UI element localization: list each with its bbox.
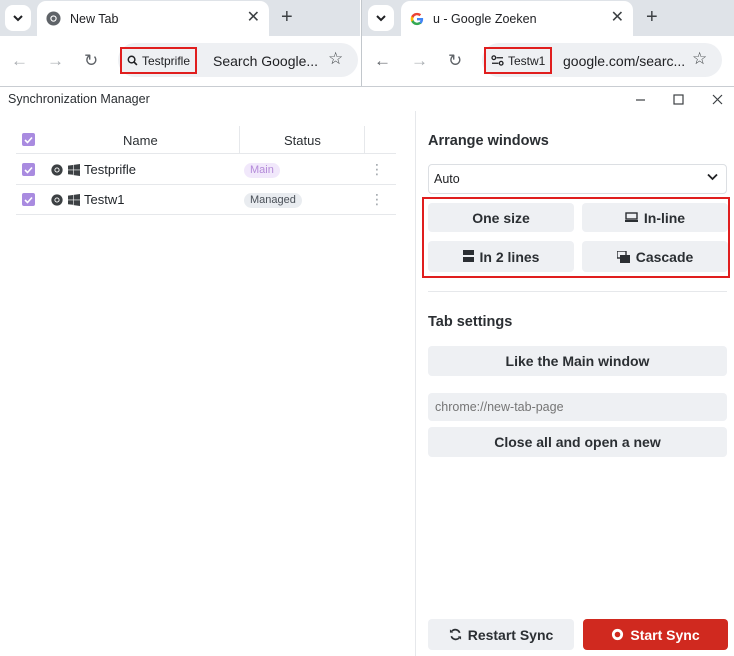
- new-tab-button[interactable]: +: [281, 7, 293, 27]
- one-size-label: One size: [472, 209, 530, 226]
- column-separator: [239, 126, 240, 154]
- more-vert-icon[interactable]: ⋮: [370, 192, 384, 206]
- one-size-button[interactable]: One size: [428, 203, 574, 232]
- status-badge: Managed: [244, 193, 302, 208]
- tab-search-dropdown[interactable]: [5, 5, 31, 31]
- cascade-layout-icon: [616, 250, 630, 263]
- two-lines-layout-icon: [462, 250, 474, 263]
- new-tab-button[interactable]: +: [646, 7, 658, 27]
- omnibox-text: Search Google...: [213, 53, 319, 69]
- start-sync-button[interactable]: Start Sync: [583, 619, 728, 650]
- tab-new-tab[interactable]: New Tab ✕: [37, 1, 269, 36]
- tab-close-icon[interactable]: ✕: [611, 10, 624, 26]
- checkmark-icon: [24, 136, 33, 144]
- restart-sync-button[interactable]: Restart Sync: [428, 619, 574, 650]
- section-divider: [428, 291, 727, 292]
- new-tab-url-input[interactable]: [428, 393, 727, 421]
- sync-icon: [449, 628, 462, 641]
- windows-icon: [68, 194, 80, 206]
- profile-chip-testprifle[interactable]: Testprifle: [120, 47, 198, 74]
- profile-name: Testw1: [84, 192, 125, 207]
- browser-toolbar: ← → ↻ Testprifle Search Google... ☆: [0, 36, 360, 86]
- tab-title: u - Google Zoeken: [433, 11, 537, 26]
- like-main-window-button[interactable]: Like the Main window: [428, 346, 727, 376]
- close-all-open-new-button[interactable]: Close all and open a new: [428, 427, 727, 457]
- maximize-button[interactable]: [668, 90, 688, 108]
- windows-icon: [68, 164, 80, 176]
- chevron-down-icon: [707, 173, 718, 181]
- bookmark-star-icon[interactable]: ☆: [328, 50, 343, 67]
- minimize-icon: [635, 98, 645, 101]
- tab-google-zoeken[interactable]: u - Google Zoeken ✕: [401, 1, 633, 36]
- window-title: Synchronization Manager: [8, 92, 150, 106]
- forward-icon[interactable]: →: [47, 52, 64, 69]
- close-all-open-new-label: Close all and open a new: [494, 434, 661, 450]
- tab-settings-heading: Tab settings: [428, 314, 513, 330]
- column-separator: [364, 126, 365, 154]
- arrange-windows-heading: Arrange windows: [428, 133, 549, 149]
- cascade-label: Cascade: [635, 248, 694, 265]
- profile-name: Testprifle: [84, 162, 137, 177]
- column-header-name[interactable]: Name: [123, 133, 158, 148]
- checkmark-icon: [24, 166, 33, 174]
- sync-manager-window: Synchronization Manager Name Status Test…: [0, 86, 734, 656]
- row-checkbox[interactable]: [22, 193, 35, 206]
- settings-pane: Arrange windows Auto One size In-line In…: [417, 111, 734, 656]
- row-checkbox[interactable]: [22, 163, 35, 176]
- column-header-status[interactable]: Status: [284, 133, 321, 148]
- chevron-down-icon: [13, 14, 23, 21]
- inline-label: In-line: [643, 209, 686, 226]
- inline-layout-icon: [624, 212, 638, 223]
- start-sync-label: Start Sync: [630, 626, 700, 643]
- close-icon: [712, 94, 722, 104]
- chrome-icon: [51, 194, 63, 206]
- tab-title: New Tab: [70, 11, 119, 26]
- tab-bar: New Tab ✕ +: [0, 0, 360, 36]
- back-icon[interactable]: ←: [374, 52, 391, 69]
- omnibox-text: google.com/searc...: [563, 53, 686, 69]
- status-badge: Main: [244, 163, 280, 178]
- select-all-checkbox[interactable]: [22, 133, 35, 146]
- profile-chip-label: Testprifle: [142, 53, 191, 68]
- table-header: Name Status: [16, 126, 396, 154]
- search-icon: [127, 55, 138, 66]
- chevron-down-icon: [376, 14, 386, 21]
- google-g-icon: [410, 12, 424, 25]
- bookmark-star-icon[interactable]: ☆: [692, 50, 707, 67]
- minimize-button[interactable]: [630, 90, 650, 108]
- like-main-window-label: Like the Main window: [505, 353, 650, 369]
- profile-chip-testw1[interactable]: Testw1: [484, 47, 553, 74]
- cascade-button[interactable]: Cascade: [582, 241, 728, 272]
- two-lines-button[interactable]: In 2 lines: [428, 241, 574, 272]
- screen: New Tab ✕ + ← → ↻ Testprifle Search Goog…: [0, 0, 734, 656]
- table-row[interactable]: Testprifle Main ⋮: [16, 155, 396, 185]
- restart-sync-label: Restart Sync: [467, 626, 554, 643]
- tab-search-dropdown[interactable]: [368, 5, 394, 31]
- browser-toolbar: ← → ↻ Testw1 google.com/searc... ☆: [362, 36, 734, 86]
- maximize-icon: [672, 93, 684, 105]
- checkmark-icon: [24, 196, 33, 204]
- arrange-mode-select[interactable]: Auto: [428, 164, 727, 194]
- reload-icon[interactable]: ↻: [448, 52, 462, 69]
- chrome-icon: [46, 11, 61, 26]
- two-lines-label: In 2 lines: [479, 248, 540, 265]
- record-icon: [611, 628, 624, 641]
- close-window-button[interactable]: [707, 90, 727, 108]
- chrome-icon: [51, 164, 63, 176]
- table-row[interactable]: Testw1 Managed ⋮: [16, 185, 396, 215]
- forward-icon[interactable]: →: [411, 52, 428, 69]
- profiles-pane: Name Status Testprifle Main ⋮ Testw1 Man…: [0, 111, 416, 656]
- back-icon[interactable]: ←: [11, 52, 28, 69]
- profile-chip-label: Testw1: [508, 53, 546, 68]
- arrange-mode-value: Auto: [434, 172, 460, 186]
- title-bar: Synchronization Manager: [0, 87, 734, 111]
- site-settings-icon: [491, 55, 504, 66]
- reload-icon[interactable]: ↻: [84, 52, 98, 69]
- more-vert-icon[interactable]: ⋮: [370, 162, 384, 176]
- inline-button[interactable]: In-line: [582, 203, 728, 232]
- tab-bar: u - Google Zoeken ✕ +: [362, 0, 734, 36]
- browser-window-left: New Tab ✕ + ← → ↻ Testprifle Search Goog…: [0, 0, 360, 86]
- tab-close-icon[interactable]: ✕: [247, 10, 260, 26]
- browser-window-right: u - Google Zoeken ✕ + ← → ↻ Testw1 googl…: [361, 0, 734, 86]
